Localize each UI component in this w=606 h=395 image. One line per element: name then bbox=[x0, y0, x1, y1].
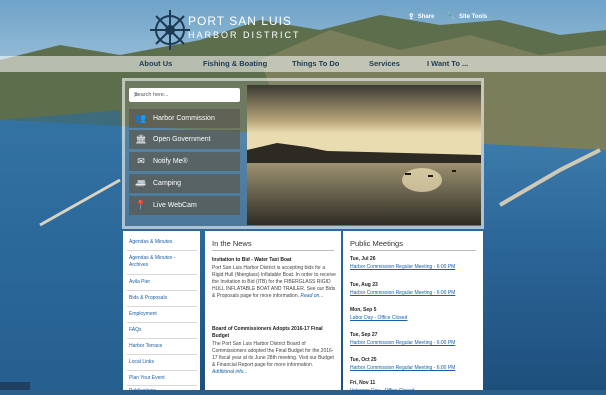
wrench-icon: 🔧 bbox=[446, 12, 456, 21]
divider bbox=[127, 322, 197, 323]
ship-wheel-logo-icon[interactable] bbox=[148, 8, 192, 52]
meeting-link[interactable]: Labor Day - Office Closed bbox=[350, 315, 407, 321]
divider bbox=[127, 385, 197, 386]
main-navigation: About Us Fishing & Boating Things To Do … bbox=[0, 56, 606, 72]
quick-link-label: Harbor Commission bbox=[153, 115, 215, 122]
divider bbox=[350, 250, 476, 251]
quick-link-notify-me[interactable]: ✉ Notify Me® bbox=[129, 152, 240, 171]
sidebar-item-local-links[interactable]: Local Links bbox=[129, 359, 195, 366]
sidebar-item-bids-proposals[interactable]: Bids & Proposals bbox=[129, 295, 195, 302]
sidebar-item-harbor-terrace[interactable]: Harbor Terrace bbox=[129, 343, 195, 350]
site-tools-label: Site Tools bbox=[458, 13, 488, 20]
sidebar-item-faqs[interactable]: FAQs bbox=[129, 327, 195, 334]
quick-link-open-government[interactable]: 🏛 Open Government bbox=[129, 130, 240, 149]
location-pin-icon: 📍 bbox=[135, 200, 147, 210]
harbor-sunset-photo bbox=[247, 85, 481, 225]
search-icon[interactable]: ⌕ bbox=[134, 90, 236, 100]
logo-wordmark[interactable]: PORT SAN LUIS HARBOR DISTRICT bbox=[188, 14, 301, 40]
meeting-date: Mon, Sep 5 bbox=[350, 307, 377, 313]
share-button[interactable]: ⇪ Share bbox=[408, 12, 434, 21]
news-title: In the News bbox=[212, 239, 252, 248]
meeting-link[interactable]: Harbor Commission Regular Meeting - 6:00… bbox=[350, 290, 455, 296]
meeting-link[interactable]: Veterans Day - Office Closed bbox=[350, 388, 414, 394]
quick-link-harbor-commission[interactable]: 👥 Harbor Commission bbox=[129, 109, 240, 128]
quick-link-live-webcam[interactable]: 📍 Live WebCam bbox=[129, 196, 240, 215]
sidebar-item-publications[interactable]: Publications bbox=[129, 388, 195, 395]
meeting-date: Tue, Aug 23 bbox=[350, 282, 378, 288]
divider bbox=[212, 250, 334, 251]
meeting-link[interactable]: Harbor Commission Regular Meeting - 6:00… bbox=[350, 264, 455, 270]
news-panel: In the News Invitation to Bid - Water Ta… bbox=[205, 231, 341, 390]
divider bbox=[127, 274, 197, 275]
sidebar-item-employment[interactable]: Employment bbox=[129, 311, 195, 318]
nav-services[interactable]: Services bbox=[369, 59, 400, 68]
sidebar-item-agendas-minutes[interactable]: Agendas & Minutes bbox=[129, 239, 195, 246]
meetings-title: Public Meetings bbox=[350, 239, 403, 248]
camper-icon: 🚐 bbox=[135, 178, 147, 188]
news-item-heading[interactable]: Invitation to Bid - Water Taxi Boat bbox=[212, 257, 336, 264]
sidebar-item-plan-your-event[interactable]: Plan Your Event bbox=[129, 375, 195, 382]
quick-link-label: Live WebCam bbox=[153, 202, 197, 209]
read-on-link[interactable]: Read on... bbox=[300, 293, 323, 299]
nav-fishing-boating[interactable]: Fishing & Boating bbox=[203, 59, 267, 68]
logo-line-2: HARBOR DISTRICT bbox=[188, 30, 301, 40]
public-meetings-panel: Public Meetings Tue, Jul 26 Harbor Commi… bbox=[343, 231, 483, 394]
quick-link-label: Notify Me® bbox=[153, 158, 188, 165]
additional-info-link[interactable]: Additional info... bbox=[212, 369, 248, 375]
sidebar-item-avila-pier[interactable]: Avila Pier bbox=[129, 279, 195, 286]
nav-i-want-to[interactable]: I Want To ... bbox=[427, 59, 468, 68]
news-item-body: Port San Luis Harbor District is accepti… bbox=[212, 265, 336, 300]
divider bbox=[127, 338, 197, 339]
nav-things-to-do[interactable]: Things To Do bbox=[292, 59, 339, 68]
sidebar-links: Agendas & Minutes Agendas & Minutes - Ar… bbox=[123, 231, 200, 394]
divider bbox=[127, 250, 197, 251]
meeting-date: Tue, Oct 25 bbox=[350, 357, 377, 363]
divider bbox=[127, 354, 197, 355]
quick-link-label: Camping bbox=[153, 180, 182, 187]
meeting-link[interactable]: Harbor Commission Regular Meeting - 6:00… bbox=[350, 365, 455, 371]
news-item-heading[interactable]: Board of Commissioners Adopts 2016-17 Fi… bbox=[212, 326, 336, 340]
sidebar-item-agendas-archives[interactable]: Agendas & Minutes - Archives bbox=[129, 255, 195, 269]
quick-link-label: Open Government bbox=[153, 136, 211, 143]
site-tools-button[interactable]: 🔧 Site Tools bbox=[446, 12, 487, 21]
divider bbox=[127, 370, 197, 371]
search-input[interactable]: Search here... ⌕ bbox=[129, 88, 240, 102]
share-label: Share bbox=[417, 13, 435, 20]
news-item-body: The Port San Luis Harbor District Board … bbox=[212, 341, 336, 376]
share-icon: ⇪ bbox=[408, 12, 415, 21]
meeting-link[interactable]: Harbor Commission Regular Meeting - 6:00… bbox=[350, 340, 455, 346]
news-item-text: The Port San Luis Harbor District Board … bbox=[212, 341, 334, 368]
logo-line-1: PORT SAN LUIS bbox=[188, 14, 292, 28]
building-icon: 🏛 bbox=[135, 134, 147, 144]
meeting-date: Tue, Jul 26 bbox=[350, 256, 376, 262]
nav-about-us[interactable]: About Us bbox=[139, 59, 172, 68]
envelope-icon: ✉ bbox=[137, 156, 145, 166]
divider bbox=[127, 306, 197, 307]
meeting-date: Fri, Nov 11 bbox=[350, 380, 376, 386]
quick-link-camping[interactable]: 🚐 Camping bbox=[129, 174, 240, 193]
people-icon: 👥 bbox=[135, 113, 147, 123]
corner-badge bbox=[0, 382, 30, 390]
divider bbox=[127, 290, 197, 291]
meeting-date: Tue, Sep 27 bbox=[350, 332, 378, 338]
